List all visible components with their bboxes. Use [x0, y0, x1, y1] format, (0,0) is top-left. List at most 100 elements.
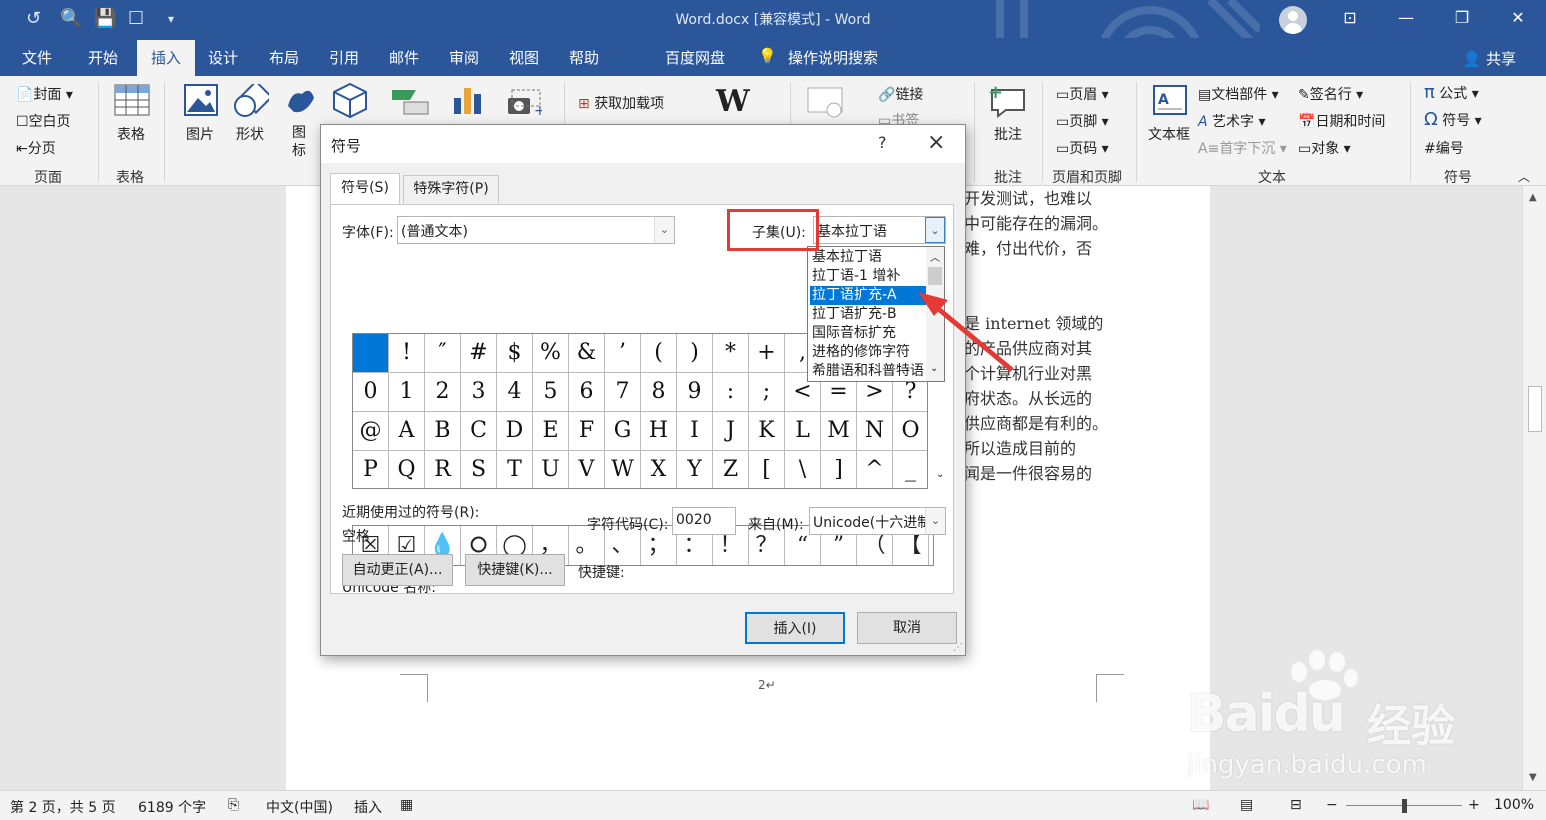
symbol-cell[interactable]: S	[461, 451, 497, 488]
macro-icon[interactable]: ▦	[400, 797, 413, 813]
symbol-button[interactable]: Ω 符号 ▾	[1424, 109, 1482, 130]
symbol-cell[interactable]: C	[461, 412, 497, 451]
minimize-icon[interactable]: —	[1378, 0, 1434, 38]
symbol-cell[interactable]: &	[569, 334, 605, 373]
symbol-cell[interactable]: P	[353, 451, 389, 488]
symbol-cell[interactable]: )	[677, 334, 713, 373]
subset-option[interactable]: 拉丁语-1 增补	[810, 267, 926, 286]
symbol-cell[interactable]: 9	[677, 373, 713, 412]
shapes-button[interactable]: 形状	[236, 124, 264, 144]
symbol-cell[interactable]: ;	[749, 373, 785, 412]
3d-models-icon[interactable]	[332, 82, 368, 118]
symbol-cell[interactable]: 0	[353, 373, 389, 412]
get-addins-button[interactable]: ⊞ 获取加载项	[578, 93, 664, 113]
symbol-cell[interactable]: A	[389, 412, 425, 451]
symbol-cell[interactable]: :	[713, 373, 749, 412]
symbol-cell[interactable]: ]	[821, 451, 857, 488]
symbol-cell[interactable]: 5	[533, 373, 569, 412]
account-avatar-icon[interactable]	[1279, 6, 1307, 34]
collapse-ribbon-icon[interactable]: ︿	[1518, 168, 1530, 185]
picture-icon[interactable]	[184, 84, 218, 116]
wordart-button[interactable]: A 艺术字 ▾	[1198, 111, 1266, 131]
wikipedia-icon[interactable]: W	[716, 84, 750, 119]
subset-dropdown-list[interactable]: 基本拉丁语 拉丁语-1 增补 拉丁语扩充-A 拉丁语扩充-B 国际音标扩充 进格…	[807, 246, 945, 382]
tab-view[interactable]: 视图	[509, 47, 539, 68]
subset-option[interactable]: 基本拉丁语	[810, 248, 926, 267]
screenshot-icon[interactable]: +	[506, 88, 542, 116]
symbol-cell[interactable]: V	[569, 451, 605, 488]
symbol-cell[interactable]: !	[389, 334, 425, 373]
symbol-cell[interactable]: 8	[641, 373, 677, 412]
textbox-icon[interactable]: A	[1152, 84, 1188, 116]
share-button[interactable]: 👤 共享	[1463, 48, 1516, 69]
subset-select[interactable]: 基本拉丁语 ⌄	[813, 216, 946, 244]
symbol-cell[interactable]: @	[353, 412, 389, 451]
scroll-down-icon[interactable]: ▼	[1529, 772, 1537, 783]
cancel-button[interactable]: 取消	[857, 612, 957, 644]
insert-button[interactable]: 插入(I)	[745, 612, 845, 644]
smartart-icon[interactable]	[390, 86, 430, 116]
symbol-cell[interactable]: G	[605, 412, 641, 451]
tab-mailings[interactable]: 邮件	[389, 47, 419, 68]
subset-option[interactable]: 拉丁语扩充-B	[810, 305, 926, 324]
tab-layout[interactable]: 布局	[269, 47, 299, 68]
link-button[interactable]: 🔗链接	[878, 84, 923, 104]
chevron-down-icon[interactable]: ⌄	[654, 217, 674, 243]
symbol-cell[interactable]: W	[605, 451, 641, 488]
symbol-cell[interactable]: Z	[713, 451, 749, 488]
symbol-cell[interactable]: *	[713, 334, 749, 373]
symbol-cell[interactable]: ^	[857, 451, 893, 488]
symbol-cell[interactable]: 2	[425, 373, 461, 412]
char-code-input[interactable]: 0020	[672, 507, 736, 535]
tab-file[interactable]: 文件	[22, 47, 52, 68]
ribbon-display-icon[interactable]: ⊡	[1322, 0, 1378, 38]
insert-mode-status[interactable]: 插入	[354, 797, 382, 817]
font-select[interactable]: (普通文本) ⌄	[397, 216, 675, 244]
symbol-cell[interactable]: 6	[569, 373, 605, 412]
zoom-in-icon[interactable]: +	[1468, 797, 1480, 813]
quick-parts-button[interactable]: ▤文档部件 ▾	[1198, 84, 1279, 104]
scroll-thumb[interactable]	[1528, 386, 1542, 432]
word-count-status[interactable]: 6189 个字	[138, 797, 206, 817]
read-mode-icon[interactable]: 📖	[1192, 797, 1209, 813]
scroll-thumb[interactable]	[928, 267, 942, 285]
tab-design[interactable]: 设计	[208, 47, 238, 68]
chevron-down-icon[interactable]: ⌄	[936, 469, 944, 480]
symbol-cell[interactable]: D	[497, 412, 533, 451]
web-layout-icon[interactable]: ⊟	[1290, 797, 1302, 813]
symbol-cell[interactable]: Y	[677, 451, 713, 488]
chart-icon[interactable]	[452, 84, 484, 116]
symbol-cell[interactable]: [	[749, 451, 785, 488]
symbol-cell[interactable]: (	[641, 334, 677, 373]
picture-button[interactable]: 图片	[186, 124, 214, 144]
subset-option[interactable]: 希腊语和科普特语	[810, 362, 926, 381]
autocorrect-button[interactable]: 自动更正(A)...	[342, 554, 453, 586]
zoom-slider-thumb[interactable]	[1402, 799, 1407, 813]
scroll-up-icon[interactable]: ▲	[1529, 192, 1537, 203]
page-count-status[interactable]: 第 2 页，共 5 页	[10, 797, 116, 817]
symbol-cell[interactable]: Q	[389, 451, 425, 488]
dialog-titlebar[interactable]: 符号 ? ×	[321, 125, 965, 163]
table-icon[interactable]	[114, 84, 150, 116]
chevron-up-icon[interactable]: ︿	[930, 249, 940, 264]
icons-button[interactable]: 图标	[292, 124, 308, 160]
tab-symbols[interactable]: 符号(S)	[330, 173, 400, 205]
symbol-cell[interactable]: F	[569, 412, 605, 451]
symbol-cell[interactable]: K	[749, 412, 785, 451]
date-time-button[interactable]: 📅日期和时间	[1298, 111, 1385, 131]
symbol-cell[interactable]: 1	[389, 373, 425, 412]
help-icon[interactable]: ?	[878, 133, 887, 152]
subset-option[interactable]: 国际音标扩充	[810, 324, 926, 343]
tab-special-characters[interactable]: 特殊字符(P)	[403, 175, 499, 203]
equation-button[interactable]: π 公式 ▾	[1424, 82, 1479, 103]
comment-icon[interactable]: +	[988, 82, 1028, 118]
textbox-button[interactable]: 文本框	[1148, 124, 1190, 144]
close-icon[interactable]: ×	[927, 130, 945, 155]
symbol-cell[interactable]: N	[857, 412, 893, 451]
symbol-cell[interactable]: 7	[605, 373, 641, 412]
dropcap-button[interactable]: A≡首字下沉 ▾	[1198, 138, 1287, 158]
symbol-cell[interactable]: 3	[461, 373, 497, 412]
vertical-scrollbar[interactable]: ▲ ▼	[1522, 186, 1546, 790]
zoom-out-icon[interactable]: −	[1326, 797, 1338, 813]
from-select[interactable]: Unicode(十六进制) ⌄	[809, 507, 946, 535]
